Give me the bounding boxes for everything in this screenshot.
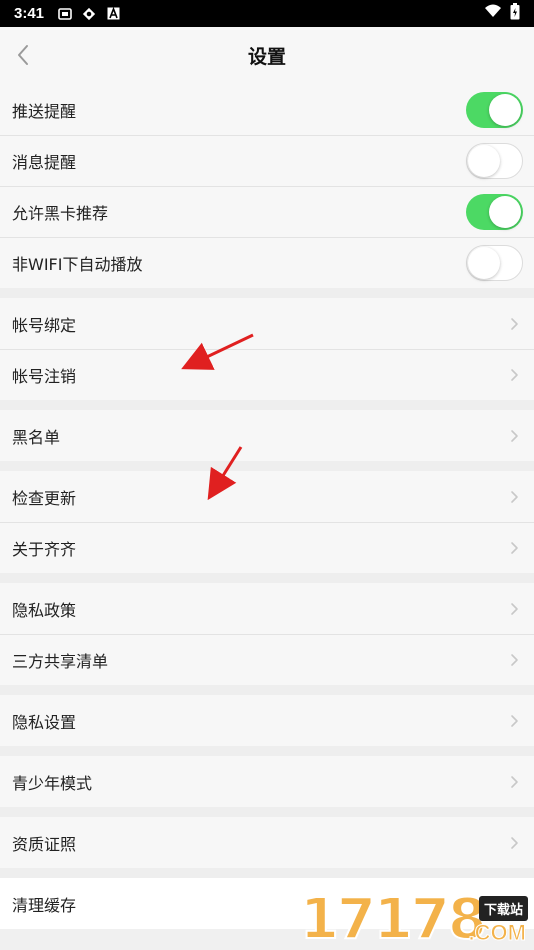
toggle-row: 推送提醒 bbox=[0, 84, 534, 135]
section-gap bbox=[0, 868, 534, 878]
toggle-label: 非WIFI下自动播放 bbox=[12, 254, 143, 274]
settings-row-label: 黑名单 bbox=[12, 427, 61, 447]
settings-row-label: 帐号绑定 bbox=[12, 315, 77, 335]
toggle-switch[interactable] bbox=[466, 193, 523, 230]
settings-group: 隐私设置 bbox=[0, 695, 534, 746]
chevron-right-icon bbox=[506, 488, 522, 506]
app-icon bbox=[82, 7, 96, 21]
settings-group: 黑名单 bbox=[0, 410, 534, 461]
chevron-right-icon bbox=[506, 600, 522, 618]
settings-row-label: 关于齐齐 bbox=[12, 539, 77, 559]
toggle-switch[interactable] bbox=[466, 142, 523, 179]
toggle-knob bbox=[489, 195, 521, 228]
notification-settings-group: 推送提醒消息提醒允许黑卡推荐非WIFI下自动播放 bbox=[0, 84, 534, 288]
section-gap bbox=[0, 400, 534, 410]
chevron-right-icon bbox=[506, 315, 522, 333]
section-gap bbox=[0, 288, 534, 298]
toggle-label: 允许黑卡推荐 bbox=[12, 203, 109, 223]
chevron-right-icon bbox=[506, 834, 522, 852]
a-icon bbox=[106, 7, 120, 21]
back-button[interactable] bbox=[8, 39, 38, 71]
settings-row[interactable]: 青少年模式 bbox=[0, 756, 534, 807]
toggle-label: 推送提醒 bbox=[12, 101, 77, 121]
settings-row-label: 三方共享清单 bbox=[12, 651, 109, 671]
battery-icon bbox=[510, 2, 520, 25]
watermark-badge: 下载站 bbox=[478, 896, 528, 921]
settings-row[interactable]: 隐私政策 bbox=[0, 583, 534, 634]
chevron-right-icon bbox=[506, 712, 522, 730]
cast-icon bbox=[58, 7, 72, 21]
settings-row-label: 检查更新 bbox=[12, 488, 77, 508]
chevron-right-icon bbox=[506, 427, 522, 445]
settings-group: 青少年模式 bbox=[0, 756, 534, 807]
section-gap bbox=[0, 573, 534, 583]
settings-row[interactable]: 帐号注销 bbox=[0, 349, 534, 400]
settings-group: 检查更新 关于齐齐 bbox=[0, 471, 534, 573]
toggle-knob bbox=[489, 93, 521, 126]
status-time: 3:41 bbox=[14, 5, 45, 22]
settings-row[interactable]: 资质证照 bbox=[0, 817, 534, 868]
settings-group: 帐号绑定 帐号注销 bbox=[0, 298, 534, 400]
settings-row[interactable]: 黑名单 bbox=[0, 410, 534, 461]
settings-row[interactable]: 隐私设置 bbox=[0, 695, 534, 746]
section-gap bbox=[0, 685, 534, 695]
settings-group: 隐私政策三方共享清单 bbox=[0, 583, 534, 685]
page-title: 设置 bbox=[247, 46, 286, 68]
toggle-row: 允许黑卡推荐 bbox=[0, 186, 534, 237]
toggle-knob bbox=[468, 144, 500, 177]
chevron-right-icon bbox=[506, 366, 522, 384]
toggle-knob bbox=[468, 246, 500, 279]
settings-row-label: 隐私设置 bbox=[12, 712, 77, 732]
section-gap bbox=[0, 807, 534, 817]
settings-row[interactable]: 帐号绑定 bbox=[0, 298, 534, 349]
toggle-switch[interactable] bbox=[466, 244, 523, 281]
settings-row-label: 青少年模式 bbox=[12, 773, 93, 793]
settings-row[interactable]: 三方共享清单 bbox=[0, 634, 534, 685]
chevron-right-icon bbox=[506, 539, 522, 557]
status-bar: 3:41 bbox=[0, 0, 534, 27]
watermark-logo: 17178 下载站 .COM bbox=[299, 887, 530, 950]
chevron-right-icon bbox=[506, 651, 522, 669]
settings-row-label: 资质证照 bbox=[12, 834, 77, 854]
toggle-row: 非WIFI下自动播放 bbox=[0, 237, 534, 288]
toggle-switch[interactable] bbox=[466, 91, 523, 128]
wifi-icon bbox=[484, 4, 502, 23]
settings-row[interactable]: 检查更新 bbox=[0, 471, 534, 522]
header: 设置 bbox=[0, 27, 534, 84]
clear-cache-label: 清理缓存 bbox=[12, 895, 77, 915]
settings-row-label: 帐号注销 bbox=[12, 366, 77, 386]
chevron-right-icon bbox=[506, 773, 522, 791]
back-chevron-icon bbox=[18, 45, 28, 65]
toggle-row: 消息提醒 bbox=[0, 135, 534, 186]
watermark-digits: 17178 bbox=[299, 887, 488, 950]
settings-row-label: 隐私政策 bbox=[12, 600, 77, 620]
settings-group: 资质证照 bbox=[0, 817, 534, 868]
settings-row[interactable]: 关于齐齐 bbox=[0, 522, 534, 573]
section-gap bbox=[0, 461, 534, 471]
watermark-domain: .COM bbox=[468, 920, 526, 946]
toggle-label: 消息提醒 bbox=[12, 152, 77, 172]
section-gap bbox=[0, 746, 534, 756]
